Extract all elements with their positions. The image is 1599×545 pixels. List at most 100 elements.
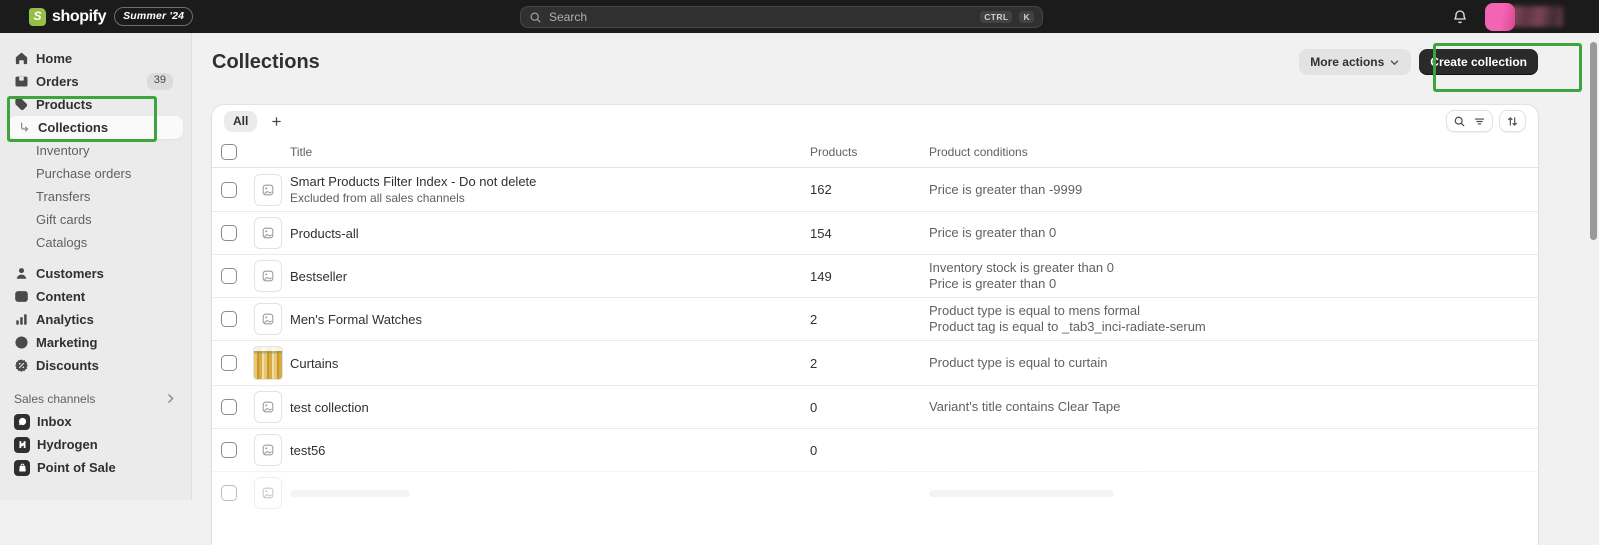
table-header-row: Title Products Product conditions [212, 137, 1538, 168]
discounts-icon [14, 358, 29, 373]
products-count: 162 [810, 182, 929, 197]
table-row-products-all[interactable]: Products-all154Price is greater than 0 [212, 211, 1538, 254]
sidebar-item-gift-cards[interactable]: Gift cards [8, 208, 183, 231]
sidebar-item-label: Collections [38, 120, 108, 135]
sidebar-item-label: Inbox [37, 414, 72, 429]
vertical-scrollbar[interactable] [1590, 42, 1597, 240]
row-checkbox[interactable] [221, 442, 237, 458]
row-checkbox[interactable] [221, 225, 237, 241]
row-checkbox[interactable] [221, 182, 237, 198]
home-icon [14, 51, 29, 66]
table-row-test56[interactable]: test560 [212, 428, 1538, 471]
row-checkbox[interactable] [221, 399, 237, 415]
collection-title-link[interactable]: Products-all [290, 226, 810, 241]
sort-button[interactable] [1499, 110, 1526, 132]
table-row-men-s-formal-watches[interactable]: Men's Formal Watches2Product type is equ… [212, 297, 1538, 340]
sidebar-item-label: Transfers [36, 189, 90, 204]
row-checkbox[interactable] [221, 355, 237, 371]
sidebar-item-label: Point of Sale [37, 460, 116, 475]
sidebar-item-orders[interactable]: Orders39 [8, 70, 183, 93]
topbar: S shopify Summer '24 Search CTRL K [0, 0, 1599, 33]
sidebar-item-marketing[interactable]: Marketing [8, 331, 183, 354]
sidebar-item-label: Gift cards [36, 212, 92, 227]
collection-thumbnail-placeholder [254, 391, 282, 423]
search-icon [1453, 115, 1466, 128]
row-checkbox[interactable] [221, 485, 237, 501]
table-row-curtains[interactable]: Curtains2Product type is equal to curtai… [212, 340, 1538, 385]
bell-icon [1452, 9, 1468, 25]
inbox-app-icon [14, 414, 30, 430]
sidebar-item-label: Marketing [36, 335, 97, 350]
notifications-button[interactable] [1448, 5, 1472, 29]
collection-title-link[interactable]: test collection [290, 400, 810, 415]
products-count: 0 [810, 443, 929, 458]
sidebar-item-inventory[interactable]: Inventory [8, 139, 183, 162]
more-actions-button[interactable]: More actions [1299, 49, 1411, 75]
collection-title-link[interactable]: Bestseller [290, 269, 810, 284]
avatar [1485, 3, 1515, 31]
account-menu[interactable] [1485, 3, 1563, 31]
products-count: 149 [810, 269, 929, 284]
search-input[interactable]: Search CTRL K [520, 6, 1043, 28]
chevron-right-icon [164, 392, 177, 405]
create-collection-button[interactable]: Create collection [1419, 49, 1538, 75]
sidebar-item-purchase-orders[interactable]: Purchase orders [8, 162, 183, 185]
elbow-arrow-icon [18, 121, 31, 134]
table-row-test-collection[interactable]: test collection0Variant's title contains… [212, 385, 1538, 428]
column-header-products[interactable]: Products [810, 145, 929, 159]
add-view-button[interactable] [265, 111, 287, 132]
sidebar-item-analytics[interactable]: Analytics [8, 308, 183, 331]
shopify-bag-icon: S [29, 8, 46, 26]
sidebar-item-inbox[interactable]: Inbox [8, 410, 183, 433]
sidebar-item-label: Hydrogen [37, 437, 98, 452]
shopify-wordmark: shopify [52, 8, 106, 26]
product-conditions: Product type is equal to curtain [929, 355, 1538, 371]
sidebar-item-hydrogen[interactable]: Hydrogen [8, 433, 183, 456]
collection-title-link[interactable]: Smart Products Filter Index - Do not del… [290, 174, 810, 189]
column-header-title[interactable]: Title [290, 145, 810, 159]
sidebar-item-label: Purchase orders [36, 166, 131, 181]
search-placeholder: Search [549, 10, 973, 24]
collections-table-card: All Title Products Product conditions Sm… [212, 105, 1538, 545]
table-tabbar: All [212, 105, 1538, 137]
sidebar-item-transfers[interactable]: Transfers [8, 185, 183, 208]
customers-icon [14, 266, 29, 281]
tab-all[interactable]: All [224, 111, 257, 132]
collection-thumbnail-placeholder [254, 477, 282, 509]
sidebar-item-label: Catalogs [36, 235, 87, 250]
collection-title-link[interactable]: Curtains [290, 356, 810, 371]
collection-title-link[interactable]: Men's Formal Watches [290, 312, 810, 327]
sidebar-item-collections[interactable]: Collections [8, 116, 183, 139]
collection-thumbnail-placeholder [254, 174, 282, 206]
search-and-filter-button[interactable] [1446, 110, 1493, 132]
version-badge: Summer '24 [114, 7, 193, 26]
table-row-bestseller[interactable]: Bestseller149Inventory stock is greater … [212, 254, 1538, 297]
row-checkbox[interactable] [221, 311, 237, 327]
table-row-partial[interactable] [212, 471, 1538, 514]
kbd-k: K [1019, 11, 1034, 24]
main-content: Collections More actions Create collecti… [192, 33, 1599, 500]
product-conditions: Variant's title contains Clear Tape [929, 399, 1538, 415]
page-header: Collections More actions Create collecti… [212, 49, 1538, 75]
sidebar-item-catalogs[interactable]: Catalogs [8, 231, 183, 254]
kbd-ctrl: CTRL [980, 11, 1012, 24]
column-header-conditions[interactable]: Product conditions [929, 145, 1538, 159]
row-checkbox[interactable] [221, 268, 237, 284]
sales-channels-header[interactable]: Sales channels [8, 387, 183, 410]
collection-title-link[interactable]: test56 [290, 443, 810, 458]
table-row-smart-products-filter-index-do-not-delete[interactable]: Smart Products Filter Index - Do not del… [212, 168, 1538, 211]
sidebar-item-label: Products [36, 97, 92, 112]
shopify-logo[interactable]: S shopify [29, 8, 106, 26]
orders-count-badge: 39 [147, 73, 173, 89]
select-all-checkbox[interactable] [221, 144, 237, 160]
hydrogen-app-icon [14, 437, 30, 453]
sidebar-item-point-of-sale[interactable]: Point of Sale [8, 456, 183, 479]
sidebar-item-discounts[interactable]: Discounts [8, 354, 183, 377]
faint-text [929, 490, 1114, 497]
page-title: Collections [212, 51, 1299, 74]
products-icon [14, 97, 29, 112]
sidebar-item-home[interactable]: Home [8, 47, 183, 70]
sidebar-item-products[interactable]: Products [8, 93, 183, 116]
sidebar-item-customers[interactable]: Customers [8, 262, 183, 285]
sidebar-item-content[interactable]: Content [8, 285, 183, 308]
